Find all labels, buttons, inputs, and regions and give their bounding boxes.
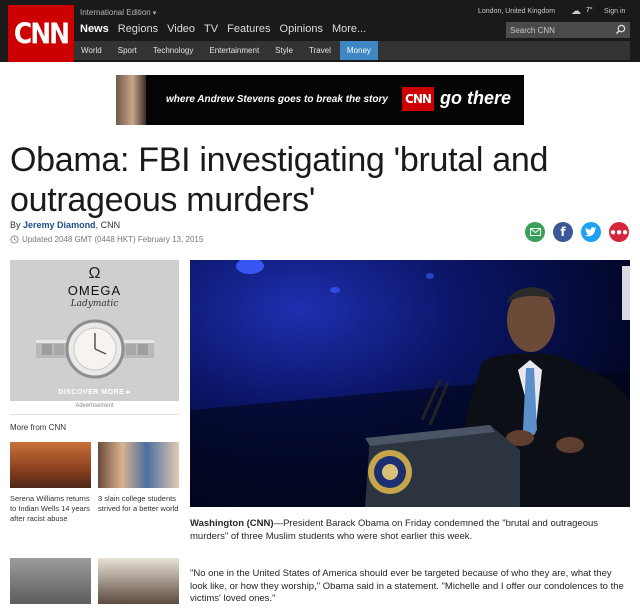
location-label: London, United Kingdom <box>478 8 556 15</box>
discover-more-link[interactable]: DISCOVER MORE ▸ <box>10 388 179 396</box>
facebook-share-button[interactable]: f <box>553 222 573 242</box>
chevron-down-icon: ▾ <box>152 10 157 17</box>
nav-video[interactable]: Video <box>167 23 195 35</box>
search-icon[interactable] <box>615 24 626 35</box>
edition-label: International Edition <box>80 8 151 17</box>
photo-credit <box>622 266 630 320</box>
section-technology[interactable]: Technology <box>153 46 193 55</box>
obama-podium-image <box>190 260 630 507</box>
section-money[interactable]: Money <box>339 41 378 60</box>
banner-logo-text: CNN <box>405 92 432 106</box>
facebook-icon: f <box>560 225 566 239</box>
search-input[interactable] <box>510 24 610 36</box>
article-lede: Washington (CNN)—President Barack Obama … <box>190 518 630 543</box>
main-nav: News Regions Video TV Features Opinions … <box>80 23 375 35</box>
story-headline-link[interactable]: Serena Williams returns to Indian Wells … <box>10 494 94 524</box>
email-share-button[interactable] <box>525 222 545 242</box>
article-paragraph: "No one in the United States of America … <box>190 568 624 604</box>
nav-tv[interactable]: TV <box>204 23 218 35</box>
story-thumbnail[interactable] <box>10 558 91 604</box>
timestamp: Updated 2048 GMT (0448 HKT) February 13,… <box>10 235 203 244</box>
nav-opinions[interactable]: Opinions <box>280 23 323 35</box>
byline-prefix: By <box>10 220 21 230</box>
article-hero-photo[interactable] <box>190 260 630 507</box>
story-thumbnail[interactable] <box>98 442 179 488</box>
watch-image <box>36 319 154 379</box>
section-sport[interactable]: Sport <box>118 46 137 55</box>
nav-news[interactable]: News <box>80 23 109 35</box>
section-entertainment[interactable]: Entertainment <box>209 46 259 55</box>
clock-icon <box>10 235 19 244</box>
ad-collection: Ladymatic <box>70 299 119 309</box>
sidebar-advertisement[interactable]: Ω OMEGA Ladymatic DISCOVER MORE ▸ <box>10 260 179 401</box>
more-icon: ●●● <box>609 226 629 238</box>
weather-cloud-icon: ☁ <box>571 6 581 17</box>
banner-ad[interactable]: where Andrew Stevens goes to break the s… <box>116 75 524 125</box>
banner-tagline: where Andrew Stevens goes to break the s… <box>166 94 388 105</box>
more-share-button[interactable]: ●●● <box>609 222 629 242</box>
story-thumbnail[interactable] <box>10 442 91 488</box>
more-from-cnn-heading: More from CNN <box>10 414 179 432</box>
dateline: Washington (CNN) <box>190 518 274 529</box>
section-nav: World Sport Technology Entertainment Sty… <box>74 41 630 60</box>
ad-brand: OMEGA <box>67 283 122 298</box>
search-box <box>506 22 630 38</box>
edition-selector[interactable]: International Edition ▾ <box>80 8 156 17</box>
site-header: CNN International Edition ▾ News Regions … <box>0 0 640 62</box>
byline: By Jeremy Diamond, CNN <box>10 220 120 230</box>
banner-slogan: go there <box>440 88 512 108</box>
sign-in-link[interactable]: Sign in <box>604 8 625 15</box>
twitter-icon <box>585 227 597 237</box>
cnn-logo[interactable]: CNN <box>8 5 74 62</box>
section-world[interactable]: World <box>81 46 102 55</box>
banner-portrait-image <box>116 75 146 125</box>
omega-symbol: Ω <box>88 265 101 282</box>
section-travel[interactable]: Travel <box>309 46 331 55</box>
story-headline-link[interactable]: 3 slain college students strived for a b… <box>98 494 182 514</box>
advertisement-label: Advertisement <box>75 403 114 409</box>
email-icon <box>529 228 541 236</box>
section-style[interactable]: Style <box>275 46 293 55</box>
logo-text: CNN <box>13 16 70 51</box>
temperature: 7° <box>586 7 593 14</box>
author-link[interactable]: Jeremy Diamond <box>23 220 96 230</box>
story-thumbnail[interactable] <box>98 558 179 604</box>
nav-features[interactable]: Features <box>227 23 270 35</box>
page-title: Obama: FBI investigating 'brutal and out… <box>10 141 549 219</box>
banner-cnn-logo: CNN <box>402 87 434 111</box>
twitter-share-button[interactable] <box>581 222 601 242</box>
nav-more[interactable]: More... <box>332 23 366 35</box>
nav-regions[interactable]: Regions <box>118 23 158 35</box>
updated-text: Updated 2048 GMT (0448 HKT) February 13,… <box>22 235 204 244</box>
byline-source: , CNN <box>95 220 121 230</box>
